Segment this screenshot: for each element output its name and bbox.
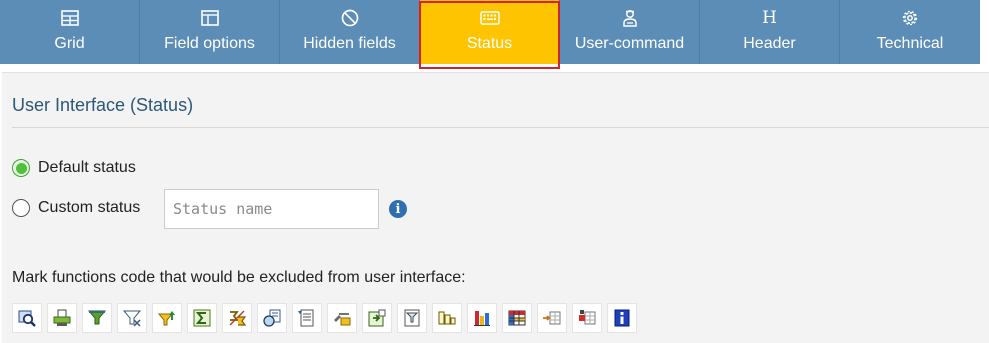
gear-icon: [901, 8, 919, 28]
mark-functions-label: Mark functions code that would be exclud…: [12, 269, 466, 286]
tab-hidden-fields[interactable]: Hidden fields: [280, 0, 420, 64]
tab-label: Technical: [876, 35, 944, 52]
default-status-label: Default status: [38, 159, 136, 176]
tab-status[interactable]: Status: [419, 0, 560, 69]
find-icon[interactable]: [12, 303, 42, 333]
details-icon[interactable]: [257, 303, 287, 333]
tab-bar: Grid Field options Hidden fields Status …: [0, 0, 980, 69]
sum-icon[interactable]: [187, 303, 217, 333]
grid-color-icon[interactable]: [502, 303, 532, 333]
status-name-input[interactable]: [164, 189, 379, 229]
status-panel: User Interface (Status) Default status C…: [2, 72, 989, 343]
custom-status-radio[interactable]: [12, 199, 30, 217]
filter-icon[interactable]: [82, 303, 112, 333]
layout-save-icon[interactable]: [537, 303, 567, 333]
default-status-option[interactable]: Default status: [12, 159, 136, 177]
tab-header[interactable]: H Header: [700, 0, 840, 64]
print-preview-icon[interactable]: [397, 303, 427, 333]
export-icon[interactable]: [292, 303, 322, 333]
filter-settings-icon[interactable]: [117, 303, 147, 333]
divider: [12, 127, 989, 128]
graphic-icon[interactable]: [467, 303, 497, 333]
custom-status-option[interactable]: Custom status: [12, 199, 140, 217]
tab-label: Status: [466, 35, 513, 52]
local-file-icon[interactable]: [362, 303, 392, 333]
print-icon[interactable]: [47, 303, 77, 333]
keyboard-icon: [479, 8, 500, 28]
tab-grid[interactable]: Grid: [0, 0, 140, 64]
user-command-icon: [622, 8, 638, 28]
tab-field-options[interactable]: Field options: [140, 0, 280, 64]
custom-status-label: Custom status: [38, 199, 141, 216]
info-icon[interactable]: [607, 303, 637, 333]
tab-label: User-command: [574, 35, 685, 52]
tab-user-command[interactable]: User-command: [560, 0, 700, 64]
function-code-toolbar: [12, 303, 642, 333]
default-status-radio[interactable]: [12, 159, 30, 177]
subtotal-icon[interactable]: [222, 303, 252, 333]
layout-change-icon[interactable]: [572, 303, 602, 333]
field-options-icon: [200, 8, 219, 28]
tab-label: Hidden fields: [303, 35, 396, 52]
layout-icon[interactable]: [327, 303, 357, 333]
header-h-icon: H: [762, 8, 777, 28]
grid-icon: [60, 8, 79, 28]
tab-label: Grid: [54, 35, 85, 52]
prohibited-icon: [341, 8, 359, 28]
tab-label: Field options: [164, 35, 255, 52]
info-icon[interactable]: i: [389, 200, 407, 218]
tab-label: Header: [743, 35, 796, 52]
sort-icon[interactable]: [152, 303, 182, 333]
tab-technical[interactable]: Technical: [840, 0, 980, 64]
panel-title: User Interface (Status): [12, 95, 194, 115]
abc-analysis-icon[interactable]: [432, 303, 462, 333]
